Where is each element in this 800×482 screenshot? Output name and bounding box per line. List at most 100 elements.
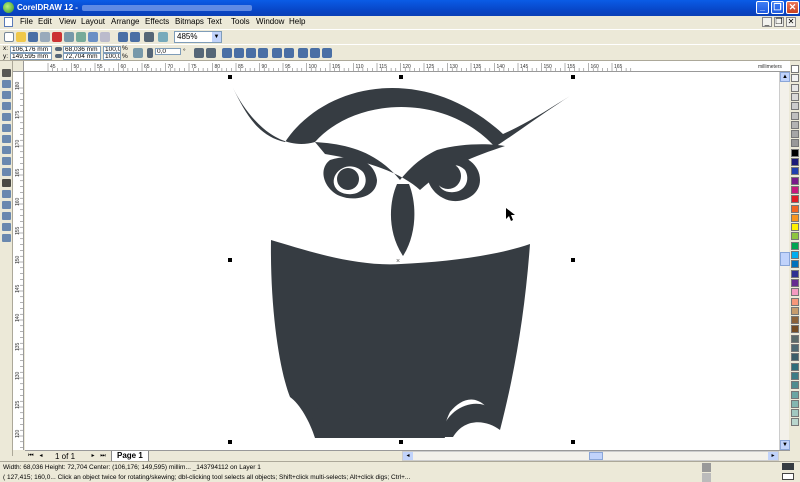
zoom-level-select[interactable]: 485% ▼ xyxy=(174,31,222,43)
first-page-button[interactable]: ⏮ xyxy=(27,452,35,460)
palette-swatch[interactable] xyxy=(791,92,799,101)
fill-tool-icon[interactable] xyxy=(2,223,11,231)
width-field[interactable]: 68,036 mm xyxy=(63,46,101,53)
zoom-tool-icon[interactable] xyxy=(2,102,11,110)
outline-color-swatch[interactable] xyxy=(782,473,794,480)
doc-close-button[interactable]: ✕ xyxy=(786,17,796,27)
doc-restore-button[interactable]: ❐ xyxy=(774,17,784,27)
break-apart-icon[interactable] xyxy=(258,48,268,58)
palette-swatch[interactable] xyxy=(791,418,799,427)
paste-icon[interactable] xyxy=(76,32,86,42)
freehand-tool-icon[interactable] xyxy=(2,113,11,121)
scroll-right-arrow[interactable]: ▸ xyxy=(768,452,778,460)
pick-tool-icon[interactable] xyxy=(2,69,11,77)
fill-color-swatch[interactable] xyxy=(782,463,794,470)
menu-help[interactable]: Help xyxy=(289,17,305,26)
palette-swatch[interactable] xyxy=(791,130,799,139)
horizontal-scrollbar[interactable]: ◂ ▸ xyxy=(402,451,779,461)
convert-to-curves-icon[interactable] xyxy=(322,48,332,58)
next-page-button[interactable]: ▸ xyxy=(89,452,97,460)
new-icon[interactable] xyxy=(4,32,14,42)
menu-text[interactable]: Text xyxy=(207,17,222,26)
ruler-origin[interactable] xyxy=(13,61,24,72)
palette-swatch[interactable] xyxy=(791,204,799,213)
palette-swatch[interactable] xyxy=(791,278,799,287)
scroll-up-arrow[interactable]: ▲ xyxy=(780,72,790,82)
palette-swatch[interactable] xyxy=(791,167,799,176)
vertical-scroll-thumb[interactable] xyxy=(780,252,790,266)
palette-swatch[interactable] xyxy=(791,185,799,194)
last-page-button[interactable]: ⏭ xyxy=(99,452,107,460)
drawing-canvas[interactable]: × xyxy=(25,72,779,450)
crop-tool-icon[interactable] xyxy=(2,91,11,99)
palette-swatch[interactable] xyxy=(791,325,799,334)
mirror-vertical-icon[interactable] xyxy=(206,48,216,58)
combine-icon[interactable] xyxy=(246,48,256,58)
minimize-button[interactable]: _ xyxy=(756,1,769,14)
palette-swatch[interactable] xyxy=(791,195,799,204)
palette-swatch[interactable] xyxy=(791,232,799,241)
menu-window[interactable]: Window xyxy=(256,17,284,26)
menu-tools[interactable]: Tools xyxy=(231,17,250,26)
save-icon[interactable] xyxy=(28,32,38,42)
palette-swatch[interactable] xyxy=(791,409,799,418)
lock-ratio-icon[interactable] xyxy=(133,48,143,58)
smart-fill-tool-icon[interactable] xyxy=(2,124,11,132)
x-position-field[interactable]: 106,176 mm xyxy=(10,46,52,53)
menu-bitmaps[interactable]: Bitmaps xyxy=(175,17,204,26)
interactive-fill-tool-icon[interactable] xyxy=(2,234,11,242)
menu-view[interactable]: View xyxy=(59,17,76,26)
redo-icon[interactable] xyxy=(100,32,110,42)
scale-x-field[interactable]: 100,0 xyxy=(103,46,121,53)
menu-edit[interactable]: Edit xyxy=(38,17,52,26)
import-icon[interactable] xyxy=(118,32,128,42)
scale-y-field[interactable]: 100,0 xyxy=(103,53,121,60)
rectangle-tool-icon[interactable] xyxy=(2,135,11,143)
align-icon[interactable] xyxy=(298,48,308,58)
vertical-scrollbar[interactable]: ▲ ▼ xyxy=(779,72,790,450)
owl-drawing[interactable]: × xyxy=(25,72,779,450)
previous-page-button[interactable]: ◂ xyxy=(37,452,45,460)
ellipse-tool-icon[interactable] xyxy=(2,146,11,154)
polygon-tool-icon[interactable] xyxy=(2,157,11,165)
copy-icon[interactable] xyxy=(64,32,74,42)
palette-swatch[interactable] xyxy=(791,260,799,269)
export-icon[interactable] xyxy=(130,32,140,42)
palette-swatch[interactable] xyxy=(791,213,799,222)
palette-swatch[interactable] xyxy=(791,223,799,232)
menu-file[interactable]: File xyxy=(20,17,33,26)
rotation-angle-field[interactable]: 0,0 xyxy=(155,48,181,55)
palette-swatch[interactable] xyxy=(791,176,799,185)
palette-swatch[interactable] xyxy=(791,288,799,297)
horizontal-scroll-thumb[interactable] xyxy=(589,452,603,460)
undo-icon[interactable] xyxy=(88,32,98,42)
horizontal-ruler[interactable]: 45 50 55 60 65 70 75 80 85 90 95 100 105 110 115 120 125… xyxy=(13,61,790,72)
palette-swatch[interactable] xyxy=(791,111,799,120)
scroll-left-arrow[interactable]: ◂ xyxy=(403,452,413,460)
eyedropper-tool-icon[interactable] xyxy=(2,201,11,209)
palette-swatch[interactable] xyxy=(791,344,799,352)
palette-swatch[interactable] xyxy=(791,120,799,129)
open-icon[interactable] xyxy=(16,32,26,42)
outline-icon[interactable] xyxy=(310,48,320,58)
outline-indicator-icon[interactable] xyxy=(702,473,711,482)
cut-icon[interactable] xyxy=(52,32,62,42)
height-field[interactable]: 72,704 mm xyxy=(63,53,101,60)
print-icon[interactable] xyxy=(40,32,50,42)
palette-swatch[interactable] xyxy=(791,353,799,362)
palette-swatch[interactable] xyxy=(791,139,799,148)
palette-swatch[interactable] xyxy=(791,148,799,157)
doc-minimize-button[interactable]: _ xyxy=(762,17,772,27)
palette-swatch[interactable] xyxy=(791,334,799,343)
palette-swatch[interactable] xyxy=(791,269,799,278)
menu-effects[interactable]: Effects xyxy=(145,17,169,26)
palette-swatch[interactable] xyxy=(791,371,799,380)
palette-swatch[interactable] xyxy=(791,316,799,325)
palette-swatch[interactable] xyxy=(791,306,799,315)
close-button[interactable]: ✕ xyxy=(786,1,799,14)
shape-tool-icon[interactable] xyxy=(2,80,11,88)
palette-swatch[interactable] xyxy=(791,390,799,399)
palette-swatch[interactable] xyxy=(791,297,799,306)
interactive-blend-tool-icon[interactable] xyxy=(2,190,11,198)
palette-swatch[interactable] xyxy=(791,251,799,259)
